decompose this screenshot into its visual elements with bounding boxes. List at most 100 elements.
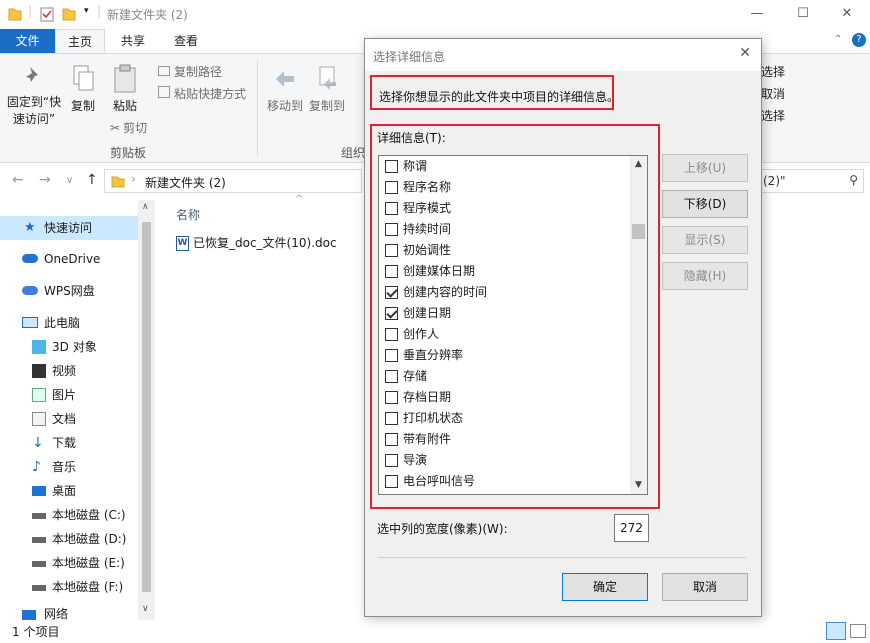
nav-label: 3D 对象 (52, 340, 97, 354)
nav-scroll-thumb[interactable] (142, 222, 151, 592)
search-input[interactable]: (2)" ⚲ (760, 169, 864, 193)
nav-item-this-pc[interactable]: 此电脑 (0, 311, 138, 335)
back-arrow-icon[interactable]: ← (12, 172, 24, 188)
close-window-button[interactable]: ✕ (824, 0, 870, 29)
folder-icon (8, 8, 22, 21)
checkbox[interactable] (385, 454, 398, 467)
paste-shortcut-button[interactable]: 粘贴快捷方式 (158, 85, 246, 102)
nav-item-drive-c[interactable]: 本地磁盘 (C:) (0, 503, 138, 527)
show-button[interactable]: 显示(S) (662, 226, 748, 254)
cancel-button[interactable]: 取消 (662, 573, 748, 601)
select-all-button[interactable]: 选择 (761, 63, 785, 80)
checkbox[interactable] (385, 433, 398, 446)
checkbox[interactable] (385, 286, 398, 299)
nav-item-videos[interactable]: 视频 (0, 359, 138, 383)
details-view-icon[interactable] (826, 622, 846, 640)
move-up-button[interactable]: 上移(U) (662, 154, 748, 182)
address-input[interactable]: › 新建文件夹 (2) (104, 169, 362, 193)
checkbox[interactable] (385, 265, 398, 278)
checkbox[interactable] (385, 202, 398, 215)
paste-button[interactable]: 粘贴 (106, 64, 144, 114)
dialog-title: 选择详细信息 (373, 50, 446, 64)
file-list-pane: ^ 名称 W 已恢复_doc_文件(10).doc (156, 194, 364, 620)
checkbox[interactable] (385, 160, 398, 173)
dialog-close-icon[interactable]: ✕ (739, 45, 751, 61)
details-list-scrollbar[interactable]: ▲ ▼ (630, 156, 647, 494)
copy-path-button[interactable]: 复制路径 (158, 63, 222, 80)
column-header-name[interactable]: 名称 (176, 206, 200, 223)
checkbox[interactable] (385, 181, 398, 194)
checkbox[interactable] (385, 475, 398, 488)
properties-icon[interactable] (40, 6, 54, 22)
forward-arrow-icon[interactable]: → (39, 172, 51, 188)
scroll-up-icon[interactable]: ∧ (142, 202, 149, 212)
up-arrow-icon[interactable]: ↑ (86, 172, 98, 188)
detail-label: 垂直分辨率 (403, 348, 464, 362)
nav-label: 桌面 (52, 484, 77, 498)
nav-item-downloads[interactable]: ↓ 下载 (0, 431, 138, 455)
pin-quick-access-button[interactable]: 固定到“快 速访问” (4, 64, 64, 127)
move-to-icon (276, 71, 294, 87)
ribbon-collapse-icon[interactable]: ⌃ (834, 34, 842, 45)
move-down-button[interactable]: 下移(D) (662, 190, 748, 218)
recent-chevron-icon[interactable]: ∨ (66, 175, 73, 186)
scroll-up-icon[interactable]: ▲ (630, 156, 647, 173)
checkbox[interactable] (385, 370, 398, 383)
nav-item-wps[interactable]: WPS网盘 (0, 279, 138, 303)
details-list-scroll-thumb[interactable] (632, 224, 645, 239)
nav-item-desktop[interactable]: 桌面 (0, 479, 138, 503)
nav-item-pictures[interactable]: 图片 (0, 383, 138, 407)
ok-button[interactable]: 确定 (562, 573, 648, 601)
checkbox[interactable] (385, 307, 398, 320)
organize-group-label: 组织 (341, 146, 366, 160)
detail-label: 初始调性 (403, 243, 452, 257)
minimize-button[interactable]: — (734, 0, 780, 29)
nav-item-quick-access[interactable]: ★ 快速访问 (0, 216, 138, 240)
nav-scrollbar[interactable]: ∧ ∨ (138, 200, 155, 620)
nav-label: 本地磁盘 (E:) (52, 556, 125, 570)
nav-label: 图片 (52, 388, 77, 402)
checkbox[interactable] (385, 223, 398, 236)
ribbon-separator (257, 60, 258, 156)
drive-icon (32, 561, 46, 567)
detail-label: 持续时间 (403, 222, 452, 236)
nav-item-onedrive[interactable]: OneDrive (0, 247, 138, 271)
nav-item-documents[interactable]: 文档 (0, 407, 138, 431)
nav-item-3d[interactable]: 3D 对象 (0, 335, 138, 359)
tab-view[interactable]: 查看 (160, 29, 212, 53)
invert-selection-button[interactable]: 选择 (761, 107, 785, 124)
nav-label: 本地磁盘 (D:) (52, 532, 127, 546)
scroll-down-icon[interactable]: ∨ (142, 604, 149, 614)
hide-button[interactable]: 隐藏(H) (662, 262, 748, 290)
nav-item-drive-e[interactable]: 本地磁盘 (E:) (0, 551, 138, 575)
cut-button[interactable]: ✂ 剪切 (110, 119, 147, 136)
column-width-input[interactable]: 272 (614, 514, 649, 542)
large-icons-view-icon[interactable] (850, 624, 866, 638)
select-none-button[interactable]: 取消 (761, 85, 785, 102)
detail-label: 存储 (403, 369, 428, 383)
drive-icon (32, 585, 46, 591)
nav-item-drive-f[interactable]: 本地磁盘 (F:) (0, 575, 138, 599)
details-listbox[interactable]: 称谓 程序名称 程序模式 持续时间 初始调性 创建媒体日期 创建内容的时间 创建… (378, 155, 648, 495)
maximize-button[interactable]: ☐ (780, 0, 826, 29)
checkbox[interactable] (385, 391, 398, 404)
checkbox[interactable] (385, 412, 398, 425)
file-item[interactable]: W 已恢复_doc_文件(10).doc (176, 234, 337, 251)
scroll-down-icon[interactable]: ▼ (630, 477, 647, 494)
nav-item-drive-d[interactable]: 本地磁盘 (D:) (0, 527, 138, 551)
checkbox[interactable] (385, 244, 398, 257)
tab-file[interactable]: 文件 (0, 29, 55, 53)
tab-home[interactable]: 主页 (55, 29, 105, 53)
checkbox[interactable] (385, 349, 398, 362)
search-icon[interactable]: ⚲ (849, 173, 858, 187)
customize-qa-icon[interactable]: ▾ (84, 6, 89, 16)
nav-item-music[interactable]: ♪ 音乐 (0, 455, 138, 479)
move-to-button[interactable]: 移动到 (264, 64, 306, 114)
copy-to-button[interactable]: 复制到 (306, 64, 348, 114)
nav-item-network[interactable]: 网络 (0, 605, 138, 620)
checkbox[interactable] (385, 328, 398, 341)
help-icon[interactable]: ? (852, 33, 866, 47)
tab-share[interactable]: 共享 (108, 29, 158, 53)
copy-button[interactable]: 复制 (66, 64, 100, 114)
new-folder-icon[interactable] (62, 6, 76, 22)
